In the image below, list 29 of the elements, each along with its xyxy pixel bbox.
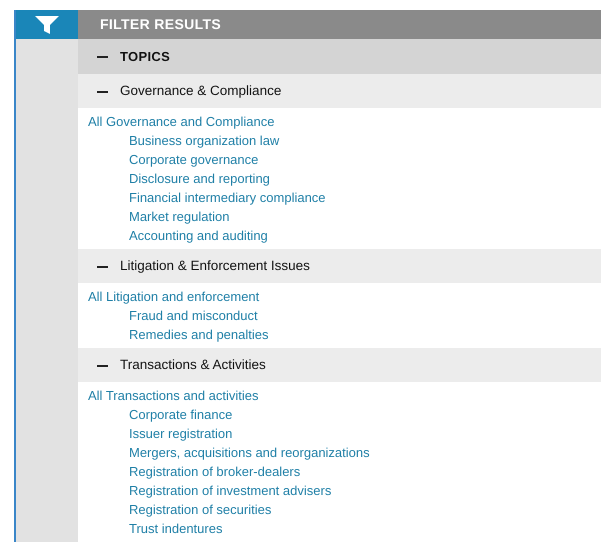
topic-link[interactable]: Mergers, acquisitions and reorganizations [78, 443, 601, 462]
group-title: Litigation & Enforcement Issues [120, 256, 310, 275]
group-header[interactable]: Transactions & Activities [78, 348, 601, 382]
topic-link[interactable]: Registration of investment advisers [78, 481, 601, 500]
topic-link[interactable]: Registration of securities [78, 500, 601, 519]
group-title: Governance & Compliance [120, 82, 282, 100]
section-title: TOPICS [120, 48, 170, 66]
topic-link[interactable]: Accounting and auditing [78, 226, 601, 245]
filter-icon-tile[interactable] [16, 10, 78, 39]
topic-link[interactable]: Financial intermediary compliance [78, 188, 601, 207]
topic-link[interactable]: Trust indentures [78, 519, 601, 538]
all-topics-link[interactable]: All Litigation and enforcement [78, 287, 601, 306]
group-header[interactable]: Governance & Compliance [78, 74, 601, 108]
topic-link[interactable]: Market regulation [78, 207, 601, 226]
all-topics-link[interactable]: All Governance and Compliance [78, 112, 601, 131]
group-title: Transactions & Activities [120, 356, 266, 374]
topic-link[interactable]: Disclosure and reporting [78, 169, 601, 188]
all-topics-link[interactable]: All Transactions and activities [78, 386, 601, 405]
filter-icon [34, 14, 60, 34]
topic-link[interactable]: Business organization law [78, 131, 601, 150]
topic-link[interactable]: Remedies and penalties [78, 325, 601, 344]
topic-link[interactable]: Corporate finance [78, 405, 601, 424]
topic-link[interactable]: Registration of broker-dealers [78, 462, 601, 481]
topic-link[interactable]: Issuer registration [78, 424, 601, 443]
section-header[interactable]: TOPICS [78, 39, 601, 74]
topic-link[interactable]: Corporate governance [78, 150, 601, 169]
topic-link[interactable]: Fraud and misconduct [78, 306, 601, 325]
group-header[interactable]: Litigation & Enforcement Issues [78, 249, 601, 283]
header-title: FILTER RESULTS [100, 15, 222, 34]
